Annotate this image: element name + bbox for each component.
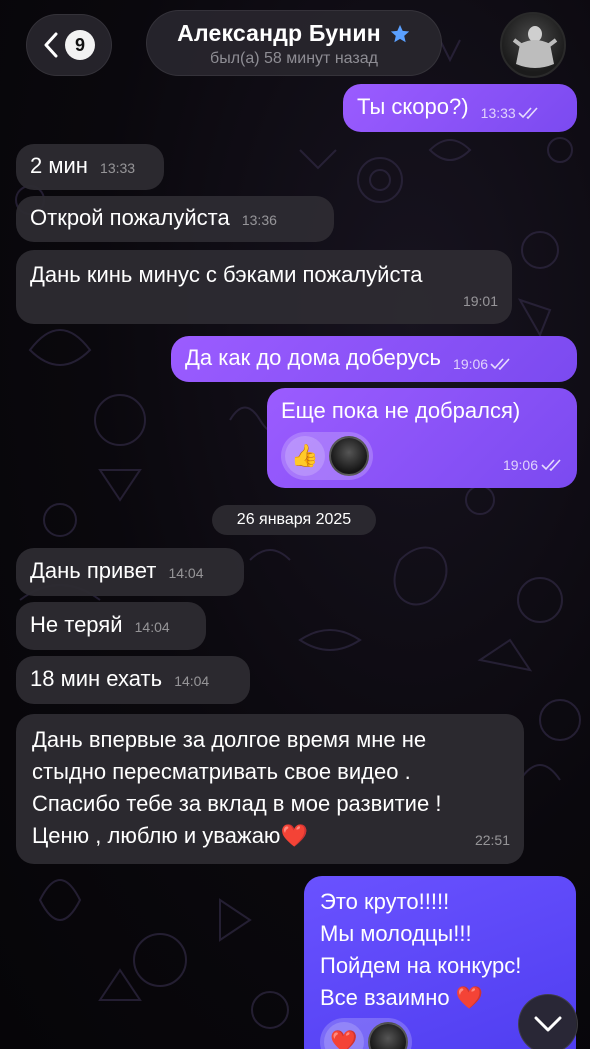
message-line: Это круто!!!!! <box>320 889 450 914</box>
message-time: 14:04 <box>168 565 204 581</box>
back-button[interactable]: 9 <box>26 14 112 76</box>
contact-name: Александр Бунин <box>177 20 381 46</box>
message-line: Мы молодцы!!! <box>320 921 472 946</box>
double-check-icon <box>541 459 561 471</box>
heart-emoji: ❤️ <box>280 823 308 848</box>
message-bubble-outgoing[interactable]: Еще пока не добрался) 👍 19:06 <box>267 388 577 488</box>
message-line: Дань впервые за долгое время мне не <box>32 727 427 752</box>
message-text: 2 мин <box>30 153 88 178</box>
heart-reaction[interactable]: ❤️ <box>324 1022 364 1049</box>
message-line: Пойдем на конкурс! <box>320 953 522 978</box>
message-bubble-outgoing[interactable]: Да как до дома доберусь 19:06 <box>171 336 577 382</box>
chat-title[interactable]: Александр Бунин был(а) 58 минут назад <box>146 10 442 76</box>
reactions[interactable]: 👍 <box>281 432 373 480</box>
message-text: Ты скоро?) <box>357 94 469 119</box>
message-time: 19:06 <box>453 356 489 372</box>
message-text: Не теряй <box>30 612 123 637</box>
message-time: 14:04 <box>174 673 210 689</box>
reactions[interactable]: ❤️ <box>320 1018 412 1049</box>
message-bubble-incoming[interactable]: 18 мин ехать 14:04 <box>16 656 250 704</box>
message-bubble-incoming[interactable]: Не теряй 14:04 <box>16 602 206 650</box>
double-check-icon <box>518 107 538 119</box>
message-time: 22:51 <box>474 832 510 848</box>
message-text: Еще пока не добрался) <box>281 398 521 423</box>
message-line: Все взаимно <box>320 985 450 1010</box>
reactor-avatar <box>368 1022 408 1049</box>
message-line: Спасибо тебе за вклад в мое развитие ! <box>32 791 442 816</box>
back-chevron-icon <box>44 32 58 58</box>
date-separator: 26 января 2025 <box>212 505 376 535</box>
message-time: 13:33 <box>100 160 136 176</box>
message-text: Да как до дома доберусь <box>185 345 441 370</box>
thumbs-up-reaction[interactable]: 👍 <box>285 436 325 476</box>
message-bubble-incoming[interactable]: 2 мин 13:33 <box>16 144 164 190</box>
message-time: 13:36 <box>241 212 277 228</box>
avatar-photo <box>512 26 558 68</box>
unread-count-badge: 9 <box>65 30 95 60</box>
message-text: Открой пожалуйста <box>30 205 230 230</box>
message-time: 13:33 <box>480 105 516 121</box>
last-seen-status: был(а) 58 минут назад <box>210 50 378 67</box>
message-text: Дань кинь минус с бэками пожалуйста <box>30 262 423 287</box>
message-bubble-incoming[interactable]: Дань кинь минус с бэками пожалуйста 19:0… <box>16 250 512 324</box>
message-time: 19:06 <box>502 457 538 473</box>
message-line: Ценю , люблю и уважаю <box>32 823 281 848</box>
message-bubble-incoming[interactable]: Дань впервые за долгое время мне не стыд… <box>16 714 524 864</box>
heart-emoji: ❤️ <box>455 985 484 1010</box>
message-text: Дань привет <box>30 558 157 583</box>
double-check-icon <box>490 358 510 370</box>
message-line: стыдно пересматривать свое видео . <box>32 759 411 784</box>
message-bubble-incoming[interactable]: Дань привет 14:04 <box>16 548 244 596</box>
message-text: 18 мин ехать <box>30 666 163 691</box>
message-bubble-outgoing[interactable]: Ты скоро?) 13:33 <box>343 84 577 132</box>
message-bubble-incoming[interactable]: Открой пожалуйста 13:36 <box>16 196 334 242</box>
message-time: 14:04 <box>134 619 170 635</box>
verified-star-icon <box>390 24 409 42</box>
scroll-down-chevron-icon <box>534 1016 562 1032</box>
scroll-to-bottom-button[interactable] <box>518 994 578 1049</box>
contact-avatar[interactable] <box>500 12 566 78</box>
reactor-avatar <box>329 436 369 476</box>
message-time: 19:01 <box>462 293 498 309</box>
